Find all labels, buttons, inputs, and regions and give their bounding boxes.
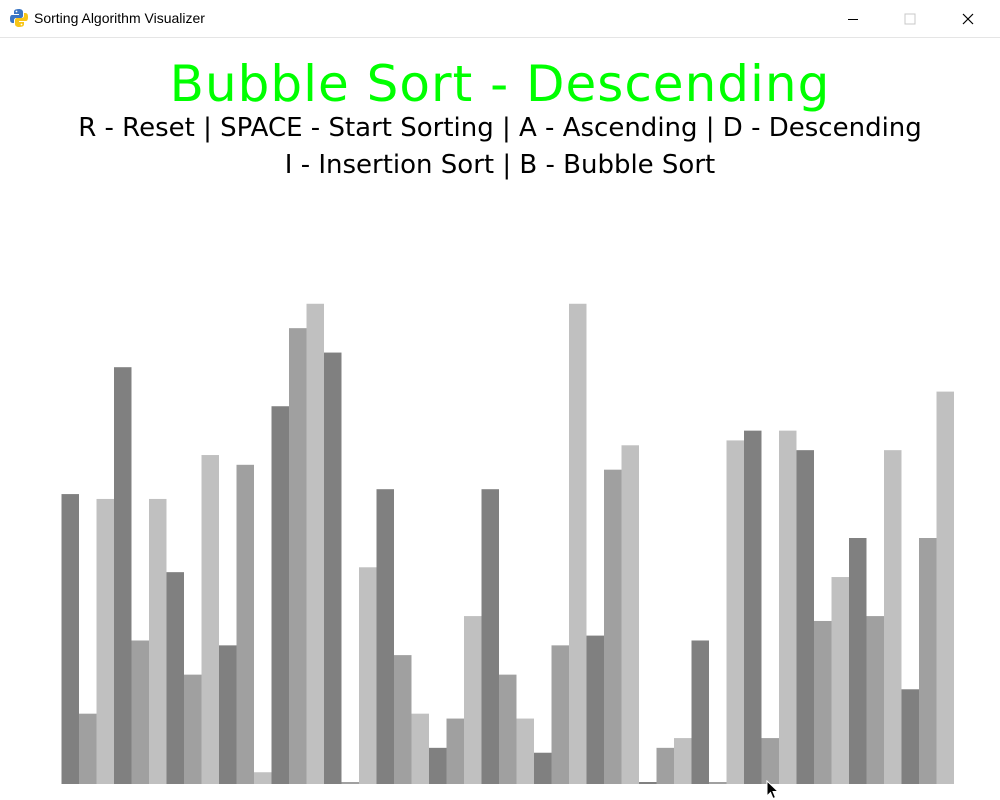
close-button[interactable] — [939, 0, 997, 38]
bar-4 — [131, 640, 149, 784]
bar-24 — [481, 489, 499, 784]
bar-10 — [236, 464, 254, 784]
bar-14 — [306, 303, 324, 784]
bar-22 — [446, 718, 464, 784]
bar-30 — [586, 635, 604, 784]
bar-48 — [901, 689, 919, 784]
mouse-pointer-icon — [766, 780, 780, 800]
bar-11 — [254, 772, 272, 784]
bar-26 — [516, 718, 534, 784]
close-icon — [962, 13, 974, 25]
python-snake-icon — [10, 9, 28, 27]
bar-39 — [744, 430, 762, 784]
bar-50 — [936, 391, 954, 784]
bar-40 — [761, 738, 779, 784]
bar-17 — [359, 567, 377, 784]
bar-18 — [376, 489, 394, 784]
minimize-icon — [848, 19, 858, 20]
bar-36 — [691, 640, 709, 784]
bar-35 — [674, 738, 692, 784]
minimize-button[interactable] — [824, 0, 882, 38]
bar-2 — [96, 498, 114, 784]
bar-45 — [849, 538, 867, 784]
bar-8 — [201, 455, 219, 784]
bar-0 — [61, 494, 79, 784]
bar-19 — [394, 655, 412, 784]
bar-34 — [656, 747, 674, 784]
bar-29 — [569, 303, 587, 784]
bar-46 — [866, 616, 884, 784]
maximize-icon — [904, 13, 916, 25]
bar-15 — [324, 352, 342, 784]
bar-44 — [831, 577, 849, 784]
bar-7 — [184, 674, 202, 784]
bar-21 — [429, 747, 447, 784]
bar-32 — [621, 445, 639, 784]
bar-28 — [551, 645, 569, 784]
bar-41 — [779, 430, 797, 784]
bar-42 — [796, 450, 814, 784]
bar-9 — [219, 645, 237, 784]
bar-27 — [534, 752, 552, 784]
bar-43 — [814, 620, 832, 784]
bar-6 — [166, 572, 184, 784]
bar-23 — [464, 616, 482, 784]
bar-47 — [884, 450, 902, 784]
bar-13 — [289, 328, 307, 784]
bar-25 — [499, 674, 517, 784]
bar-31 — [604, 469, 622, 784]
bar-12 — [271, 406, 289, 784]
visualizer-canvas[interactable]: Bubble Sort - Descending R - Reset | SPA… — [0, 38, 1000, 800]
window-title: Sorting Algorithm Visualizer — [34, 10, 205, 26]
bar-chart — [61, 303, 954, 784]
window-titlebar: Sorting Algorithm Visualizer — [0, 0, 1000, 38]
bar-3 — [114, 367, 132, 784]
bar-1 — [79, 713, 97, 784]
bar-20 — [411, 713, 429, 784]
maximize-button[interactable] — [881, 0, 939, 38]
bar-49 — [919, 538, 937, 784]
bar-38 — [726, 440, 744, 784]
bar-5 — [149, 498, 167, 784]
